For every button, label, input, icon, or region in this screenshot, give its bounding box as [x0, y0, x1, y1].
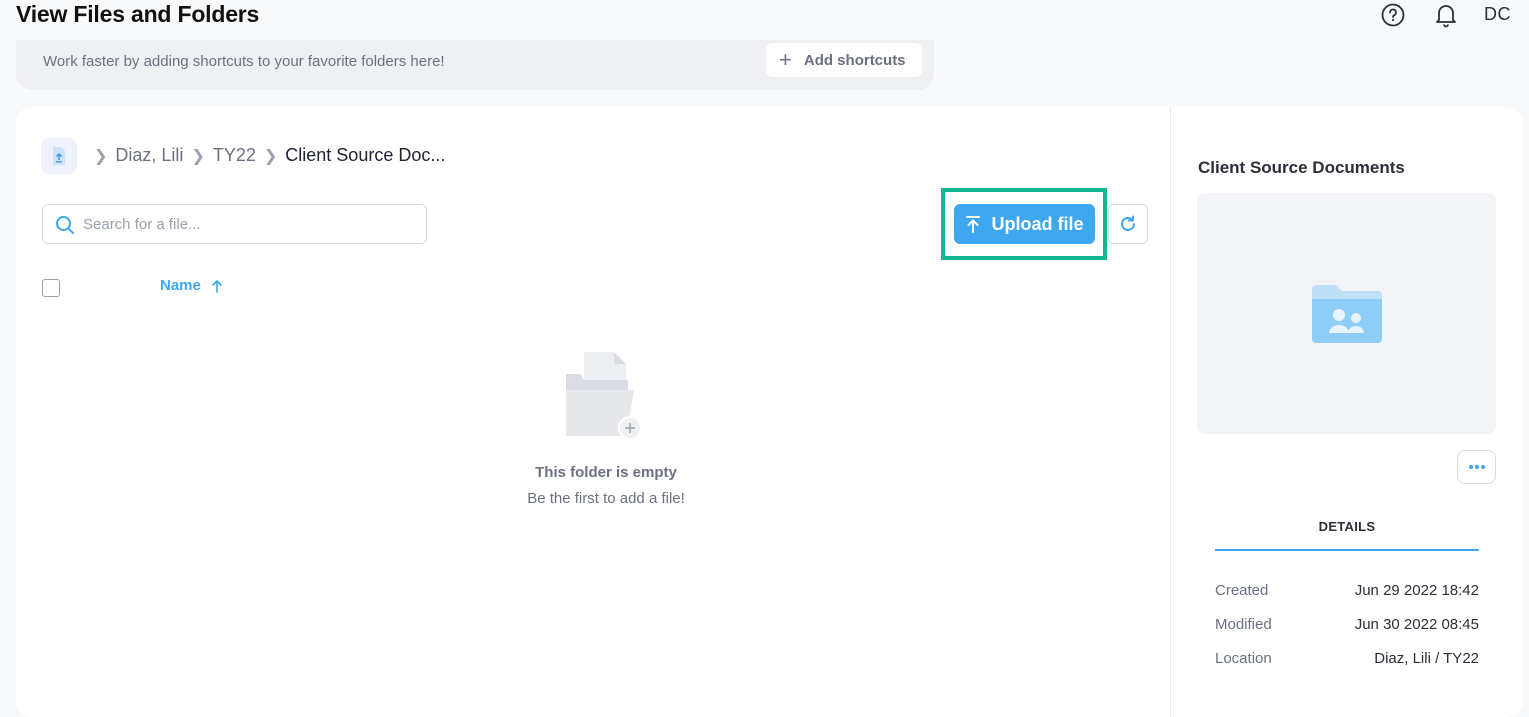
breadcrumb-item[interactable]: TY22: [213, 145, 256, 166]
column-name-label: Name: [160, 277, 201, 294]
details-panel-title: Client Source Documents: [1198, 158, 1405, 177]
tab-active-indicator: [1215, 549, 1479, 551]
breadcrumb-root[interactable]: [41, 138, 77, 174]
upload-icon: [966, 216, 981, 233]
panel-divider: [1170, 107, 1171, 717]
empty-folder-icon: [566, 352, 642, 440]
refresh-button[interactable]: [1108, 204, 1148, 244]
detail-row-modified: Modified Jun 30 2022 08:45: [1215, 616, 1479, 633]
detail-label: Modified: [1215, 616, 1272, 633]
chevron-right-icon: ❯: [263, 147, 278, 165]
refresh-icon: [1121, 215, 1135, 231]
file-browser-card: ❯ Diaz, Lili ❯ TY22 ❯ Client Source Doc.…: [16, 107, 1523, 717]
detail-row-created: Created Jun 29 2022 18:42: [1215, 582, 1479, 599]
breadcrumb-item[interactable]: Diaz, Lili: [115, 145, 183, 166]
detail-label: Created: [1215, 582, 1269, 599]
more-horizontal-icon: [1468, 465, 1485, 469]
chevron-right-icon: ❯: [94, 147, 108, 165]
search-input[interactable]: [83, 213, 413, 235]
detail-row-location: Location Diaz, Lili / TY22: [1215, 650, 1479, 667]
bell-icon[interactable]: [1434, 2, 1458, 28]
upload-file-button[interactable]: Upload file: [954, 204, 1095, 244]
detail-value: Jun 29 2022 18:42: [1354, 582, 1479, 599]
detail-value: Jun 30 2022 08:45: [1354, 616, 1479, 633]
search-field[interactable]: [42, 204, 427, 244]
empty-state-subtitle: Be the first to add a file!: [527, 490, 685, 507]
column-header-name[interactable]: Name: [160, 277, 223, 294]
search-icon: [56, 216, 74, 234]
shortcuts-message: Work faster by adding shortcuts to your …: [43, 53, 445, 70]
avatar[interactable]: DC: [1484, 4, 1511, 25]
detail-label: Location: [1215, 650, 1272, 667]
breadcrumb-current: Client Source Doc...: [285, 145, 446, 165]
select-all-checkbox[interactable]: [42, 279, 60, 297]
upload-file-label: Upload file: [991, 213, 1084, 234]
help-icon[interactable]: [1380, 2, 1406, 28]
add-shortcuts-button[interactable]: + Add shortcuts: [766, 43, 922, 77]
chevron-right-icon: ❯: [191, 147, 205, 165]
detail-value: Diaz, Lili / TY22: [1374, 650, 1479, 667]
page-title: View Files and Folders: [16, 1, 260, 27]
file-cabinet-icon: [53, 147, 65, 165]
shortcuts-bar: Work faster by adding shortcuts to your …: [16, 40, 934, 90]
tab-details[interactable]: DETAILS: [1215, 519, 1479, 534]
shared-folder-icon: [1312, 285, 1382, 343]
folder-preview: [1197, 193, 1496, 434]
more-options-button[interactable]: [1457, 450, 1496, 484]
add-shortcuts-label: Add shortcuts: [803, 51, 906, 69]
plus-icon: +: [779, 47, 792, 72]
breadcrumb: ❯ Diaz, Lili ❯ TY22 ❯ Client Source Doc.…: [86, 145, 445, 166]
sort-ascending-icon: [212, 279, 222, 293]
empty-state-title: This folder is empty: [535, 464, 677, 481]
